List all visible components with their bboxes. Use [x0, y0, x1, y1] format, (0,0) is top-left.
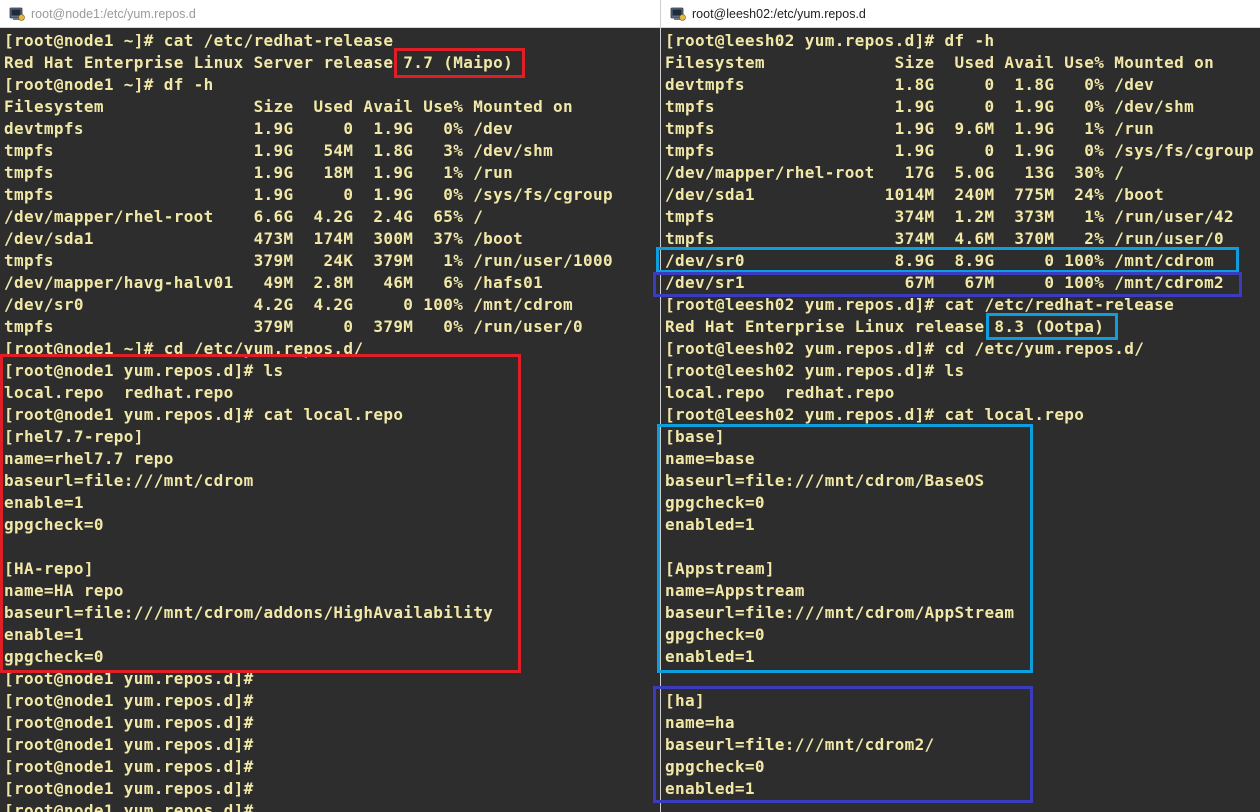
- title-bar[interactable]: root@node1:/etc/yum.repos.d: [0, 0, 660, 28]
- window-title: root@leesh02:/etc/yum.repos.d: [692, 6, 866, 21]
- terminal-line: name=base: [665, 449, 755, 468]
- terminal-line: [root@leesh02 yum.repos.d]# cd /etc/yum.…: [665, 339, 1145, 358]
- terminal-line: tmpfs 1.9G 9.6M 1.9G 1% /run: [665, 119, 1155, 138]
- terminal-line: Filesystem Size Used Avail Use% Mounted …: [4, 97, 574, 116]
- terminal-line: tmpfs 374M 1.2M 373M 1% /run/user/42: [665, 207, 1235, 226]
- terminal-line: tmpfs 1.9G 0 1.9G 0% /sys/fs/cgroup: [4, 185, 613, 204]
- terminal-line: [Appstream]: [665, 559, 775, 578]
- terminal-line: /dev/sda1 1014M 240M 775M 24% /boot: [665, 185, 1165, 204]
- terminal-line: /dev/sr0 4.2G 4.2G 0 100% /mnt/cdrom: [4, 295, 574, 314]
- terminal-line: gpgcheck=0: [4, 647, 104, 666]
- terminal-line: name=ha: [665, 713, 735, 732]
- terminal-line: baseurl=file:///mnt/cdrom/AppStream: [665, 603, 1015, 622]
- terminal-output[interactable]: [root@node1 ~]# cat /etc/redhat-release R…: [0, 29, 660, 812]
- terminal-line: [root@leesh02 yum.repos.d]# cat /etc/red…: [665, 295, 1175, 314]
- terminal-line: enabled=1: [665, 647, 755, 666]
- terminal-line: tmpfs 379M 24K 379M 1% /run/user/1000: [4, 251, 613, 270]
- terminal-line: gpgcheck=0: [665, 493, 765, 512]
- terminal-line: devtmpfs 1.8G 0 1.8G 0% /dev: [665, 75, 1155, 94]
- terminal-line: enable=1: [4, 493, 84, 512]
- terminal-line: [root@node1 ~]# cat /etc/redhat-release: [4, 31, 394, 50]
- terminal-line: [root@leesh02 yum.repos.d]# df -h: [665, 31, 995, 50]
- terminal-line: /dev/mapper/havg-halv01 49M 2.8M 46M 6% …: [4, 273, 544, 292]
- terminal-line: gpgcheck=0: [665, 757, 765, 776]
- terminal-line: [base]: [665, 427, 725, 446]
- terminal-line: [root@node1 ~]# df -h: [4, 75, 214, 94]
- terminal-line: [root@node1 ~]# cd /etc/yum.repos.d/: [4, 339, 364, 358]
- terminal-line: Red Hat Enterprise Linux release 8.3 (Oo…: [665, 317, 1105, 336]
- terminal-line: baseurl=file:///mnt/cdrom: [4, 471, 254, 490]
- terminal-line: [root@node1 yum.repos.d]#: [4, 801, 254, 812]
- terminal-line: baseurl=file:///mnt/cdrom/addons/HighAva…: [4, 603, 494, 622]
- terminal-line: [root@node1 yum.repos.d]#: [4, 691, 254, 710]
- terminal-line: baseurl=file:///mnt/cdrom2/: [665, 735, 935, 754]
- terminal-line: [root@node1 yum.repos.d]#: [4, 779, 254, 798]
- terminal-line: [root@node1 yum.repos.d]#: [4, 757, 254, 776]
- terminal-line: gpgcheck=0: [665, 625, 765, 644]
- terminal-line: devtmpfs 1.9G 0 1.9G 0% /dev: [4, 119, 514, 138]
- terminal-line: [root@leesh02 yum.repos.d]# cat local.re…: [665, 405, 1085, 424]
- terminal-window-leesh02[interactable]: root@leesh02:/etc/yum.repos.d [root@lees…: [661, 0, 1260, 812]
- terminal-line: [root@node1 yum.repos.d]#: [4, 713, 254, 732]
- terminal-line: baseurl=file:///mnt/cdrom/BaseOS: [665, 471, 985, 490]
- terminal-window-node1[interactable]: root@node1:/etc/yum.repos.d [root@node1 …: [0, 0, 660, 812]
- terminal-line: tmpfs 1.9G 54M 1.8G 3% /dev/shm: [4, 141, 554, 160]
- terminal-app-icon: [9, 7, 25, 21]
- terminal-line: [ha]: [665, 691, 705, 710]
- terminal-line: tmpfs 374M 4.6M 370M 2% /run/user/0: [665, 229, 1225, 248]
- terminal-line: enabled=1: [665, 515, 755, 534]
- terminal-line: [HA-repo]: [4, 559, 94, 578]
- terminal-line: tmpfs 379M 0 379M 0% /run/user/0: [4, 317, 584, 336]
- terminal-line: [rhel7.7-repo]: [4, 427, 144, 446]
- terminal-line: [root@node1 yum.repos.d]#: [4, 669, 254, 688]
- terminal-line: /dev/mapper/rhel-root 17G 5.0G 13G 30% /: [665, 163, 1125, 182]
- terminal-line: name=HA repo: [4, 581, 124, 600]
- terminal-line: /dev/sr0 8.9G 8.9G 0 100% /mnt/cdrom: [665, 251, 1215, 270]
- terminal-line: local.repo redhat.repo: [665, 383, 895, 402]
- terminal-line: [root@leesh02 yum.repos.d]# ls: [665, 361, 965, 380]
- terminal-app-icon: [670, 7, 686, 21]
- terminal-line: local.repo redhat.repo: [4, 383, 234, 402]
- terminal-line: [root@node1 yum.repos.d]#: [4, 735, 254, 754]
- terminal-line: [root@node1 yum.repos.d]# cat local.repo: [4, 405, 404, 424]
- terminal-line: /dev/sr1 67M 67M 0 100% /mnt/cdrom2: [665, 273, 1225, 292]
- terminal-line: enable=1: [4, 625, 84, 644]
- terminal-line: [root@node1 yum.repos.d]# ls: [4, 361, 284, 380]
- terminal-line: tmpfs 1.9G 0 1.9G 0% /dev/shm: [665, 97, 1195, 116]
- terminal-line: gpgcheck=0: [4, 515, 104, 534]
- terminal-line: tmpfs 1.9G 18M 1.9G 1% /run: [4, 163, 514, 182]
- terminal-line: /dev/sda1 473M 174M 300M 37% /boot: [4, 229, 524, 248]
- terminal-line: Red Hat Enterprise Linux Server release …: [4, 53, 514, 72]
- title-bar[interactable]: root@leesh02:/etc/yum.repos.d: [661, 0, 1260, 28]
- terminal-line: /dev/mapper/rhel-root 6.6G 4.2G 2.4G 65%…: [4, 207, 484, 226]
- terminal-line: tmpfs 1.9G 0 1.9G 0% /sys/fs/cgroup: [665, 141, 1254, 160]
- window-title: root@node1:/etc/yum.repos.d: [31, 6, 196, 21]
- terminal-line: name=Appstream: [665, 581, 805, 600]
- terminal-line: enabled=1: [665, 779, 755, 798]
- terminal-line: name=rhel7.7 repo: [4, 449, 174, 468]
- terminal-output[interactable]: [root@leesh02 yum.repos.d]# df -h Filesys…: [661, 29, 1260, 812]
- terminal-line: Filesystem Size Used Avail Use% Mounted …: [665, 53, 1215, 72]
